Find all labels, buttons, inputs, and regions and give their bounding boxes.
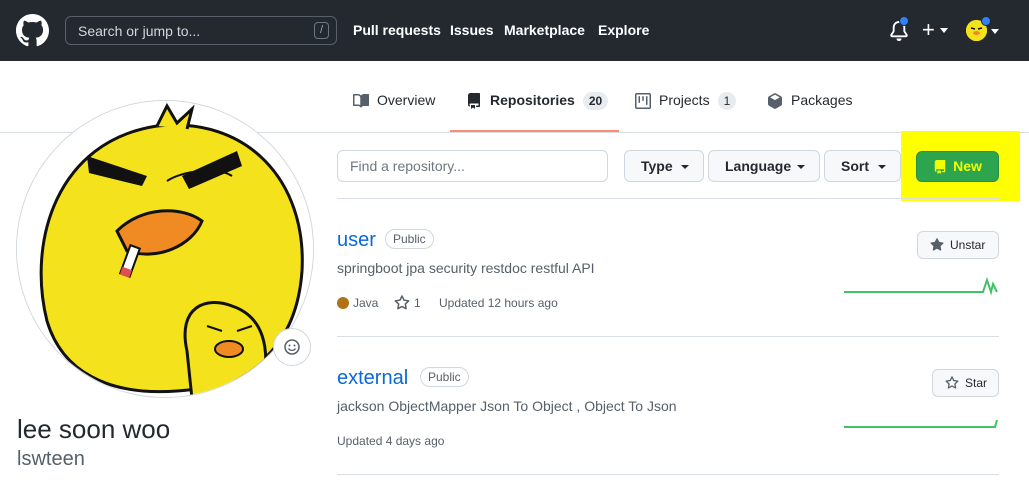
tab-repositories-label: Repositories xyxy=(490,92,575,108)
nav-explore[interactable]: Explore xyxy=(598,22,649,38)
set-status-button[interactable] xyxy=(273,328,311,366)
chick-character-image xyxy=(17,101,313,397)
visibility-badge: Public xyxy=(420,367,469,387)
profile-name: lee soon woo xyxy=(17,414,171,444)
book-icon xyxy=(353,93,369,108)
repo-updated: Updated 12 hours ago xyxy=(439,296,558,310)
unstar-button[interactable]: Unstar xyxy=(917,231,999,259)
tab-overview-label: Overview xyxy=(377,92,436,108)
repositories-count: 20 xyxy=(582,92,609,110)
global-search-input[interactable] xyxy=(66,17,306,44)
activity-sparkline xyxy=(844,276,998,296)
chevron-down-icon xyxy=(797,165,805,169)
unstar-label: Unstar xyxy=(950,238,986,252)
status-indicator xyxy=(981,16,991,26)
repo-description: springboot jpa security restdoc restful … xyxy=(337,260,595,276)
sort-filter-label: Sort xyxy=(841,158,869,174)
visibility-badge: Public xyxy=(385,229,434,249)
chevron-down-icon xyxy=(878,165,886,169)
chevron-down-icon[interactable] xyxy=(991,29,999,34)
repo-stars[interactable]: 1 xyxy=(414,296,421,310)
tab-packages[interactable]: Packages xyxy=(767,92,852,132)
tab-repositories[interactable]: Repositories 20 xyxy=(466,92,609,132)
find-repository-input[interactable] xyxy=(338,151,607,181)
notification-indicator xyxy=(899,16,909,26)
repo-link-external[interactable]: external xyxy=(337,367,408,390)
tab-projects-label: Projects xyxy=(659,92,710,108)
new-repository-button[interactable]: New xyxy=(916,151,999,182)
list-divider xyxy=(337,336,999,337)
list-divider xyxy=(337,198,999,199)
project-icon xyxy=(635,93,651,109)
star-label: Star xyxy=(965,376,988,390)
repo-updated: Updated 4 days ago xyxy=(337,434,445,448)
language-filter-button[interactable]: Language xyxy=(708,150,820,182)
tab-overview[interactable]: Overview xyxy=(353,92,435,132)
repo-link-user[interactable]: user xyxy=(337,229,376,252)
repo-description: jackson ObjectMapper Json To Object , Ob… xyxy=(337,398,677,414)
language-filter-label: Language xyxy=(725,158,792,174)
top-header: / Pull requests Issues Marketplace Explo… xyxy=(0,0,1029,61)
search-shortcut-key: / xyxy=(314,22,329,39)
package-icon xyxy=(768,93,782,109)
chevron-down-icon xyxy=(681,165,689,169)
star-fill-icon xyxy=(930,238,944,251)
nav-issues[interactable]: Issues xyxy=(450,22,494,38)
github-logo-icon[interactable] xyxy=(16,14,49,47)
repo-icon xyxy=(468,93,480,109)
new-button-label: New xyxy=(953,158,982,174)
list-divider xyxy=(337,474,999,475)
repo-icon xyxy=(934,160,946,174)
sort-filter-button[interactable]: Sort xyxy=(824,150,901,182)
tab-projects[interactable]: Projects 1 xyxy=(635,92,737,132)
create-new-menu[interactable]: + xyxy=(922,17,956,43)
repo-language: Java xyxy=(353,296,379,310)
profile-avatar[interactable] xyxy=(16,100,314,398)
global-search[interactable]: / xyxy=(65,16,337,45)
nav-pull-requests[interactable]: Pull requests xyxy=(353,22,441,38)
language-color-dot xyxy=(337,297,349,309)
smiley-icon xyxy=(284,339,300,355)
plus-icon: + xyxy=(922,17,935,42)
star-icon xyxy=(945,376,959,389)
nav-marketplace[interactable]: Marketplace xyxy=(504,22,585,38)
find-repository[interactable] xyxy=(337,150,608,182)
projects-count: 1 xyxy=(717,92,737,110)
activity-sparkline xyxy=(844,419,998,428)
tab-packages-label: Packages xyxy=(791,92,853,108)
type-filter-button[interactable]: Type xyxy=(624,150,704,182)
chevron-down-icon xyxy=(940,28,948,33)
profile-login: lswteen xyxy=(17,448,85,470)
star-button[interactable]: Star xyxy=(932,369,999,397)
star-icon[interactable] xyxy=(394,295,410,311)
type-filter-label: Type xyxy=(641,158,673,174)
